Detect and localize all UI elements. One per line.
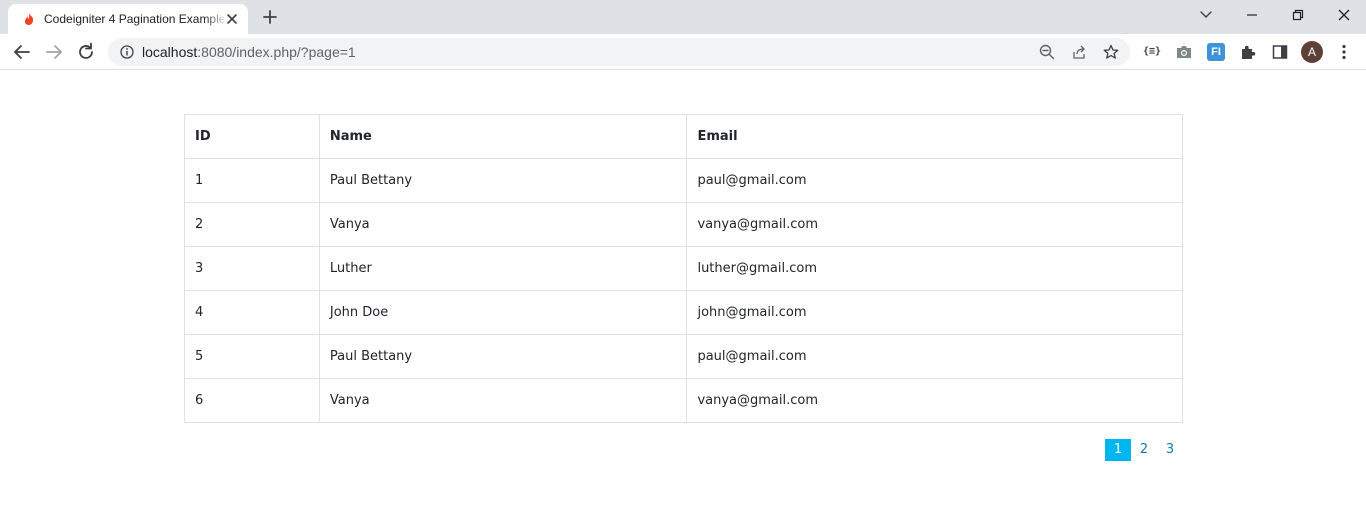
restore-button[interactable] [1274, 0, 1320, 30]
cell-email: john@gmail.com [686, 290, 1183, 335]
cell-name: Paul Bettany [318, 334, 688, 379]
table-row: 4 John Doe john@gmail.com [184, 290, 1183, 335]
cell-id: 5 [184, 334, 320, 379]
cell-id: 4 [184, 290, 320, 335]
cell-name: Vanya [318, 378, 688, 423]
side-panel-icon[interactable] [1271, 43, 1289, 61]
table-row: 2 Vanya vanya@gmail.com [184, 202, 1183, 247]
page-link-2[interactable]: 2 [1131, 439, 1157, 461]
cell-email: paul@gmail.com [686, 158, 1183, 203]
codeigniter-flame-icon [24, 13, 34, 25]
cell-email: paul@gmail.com [686, 334, 1183, 379]
back-arrow-icon[interactable] [11, 41, 33, 63]
close-window-button[interactable] [1320, 0, 1366, 30]
tab-title: Codeigniter 4 Pagination Example [44, 12, 224, 26]
page-link-1-active[interactable]: 1 [1105, 439, 1131, 461]
minimize-icon [1247, 14, 1257, 16]
minimize-button[interactable] [1228, 0, 1274, 30]
users-table: ID Name Email 1 Paul Bettany paul@gmail.… [184, 114, 1183, 423]
table-header-row: ID Name Email [184, 114, 1183, 159]
site-info-icon[interactable] [120, 45, 134, 59]
page-link-3[interactable]: 3 [1157, 439, 1183, 461]
browser-tab[interactable]: Codeigniter 4 Pagination Example [8, 4, 248, 34]
more-menu-icon[interactable] [1335, 43, 1353, 61]
cell-email: luther@gmail.com [686, 246, 1183, 291]
zoom-icon[interactable] [1039, 44, 1055, 60]
table-row: 5 Paul Bettany paul@gmail.com [184, 334, 1183, 379]
url-host: localhost [142, 44, 198, 60]
column-header-email: Email [686, 114, 1183, 159]
close-tab-icon[interactable] [224, 11, 240, 27]
chevron-down-icon [1200, 11, 1212, 18]
camera-icon[interactable] [1175, 43, 1193, 61]
table-row: 1 Paul Bettany paul@gmail.com [184, 158, 1183, 203]
new-tab-icon[interactable] [260, 7, 280, 27]
tab-strip: Codeigniter 4 Pagination Example [0, 0, 1366, 34]
json-formatter-extension-icon[interactable]: {≡} [1143, 43, 1161, 61]
cell-id: 6 [184, 378, 320, 423]
cell-name: Paul Bettany [318, 158, 688, 203]
cell-id: 1 [184, 158, 320, 203]
restore-icon [1292, 9, 1304, 21]
column-header-name: Name [318, 114, 688, 159]
cell-name: Vanya [318, 202, 688, 247]
cell-id: 3 [184, 246, 320, 291]
pagination: 1 2 3 [1105, 439, 1183, 461]
bookmark-star-icon[interactable] [1103, 44, 1119, 60]
address-bar[interactable]: localhost:8080/index.php/?page=1 [108, 38, 1130, 66]
forward-arrow-icon[interactable] [43, 41, 65, 63]
url-path: :8080/index.php/?page=1 [197, 44, 356, 60]
profile-avatar[interactable]: A [1301, 41, 1323, 63]
cell-name: Luther [318, 246, 688, 291]
column-header-id: ID [184, 114, 320, 159]
fi-extension-icon[interactable]: FI [1207, 43, 1225, 61]
url-text[interactable]: localhost:8080/index.php/?page=1 [142, 44, 356, 60]
cell-name: John Doe [318, 290, 688, 335]
cell-email: vanya@gmail.com [686, 202, 1183, 247]
close-icon [1338, 9, 1350, 21]
table-row: 3 Luther luther@gmail.com [184, 246, 1183, 291]
puzzle-icon[interactable] [1239, 43, 1257, 61]
cell-id: 2 [184, 202, 320, 247]
table-row: 6 Vanya vanya@gmail.com [184, 378, 1183, 423]
reload-icon[interactable] [75, 41, 97, 63]
tab-search-button[interactable] [1182, 0, 1228, 30]
share-icon[interactable] [1071, 44, 1087, 60]
cell-email: vanya@gmail.com [686, 378, 1183, 423]
